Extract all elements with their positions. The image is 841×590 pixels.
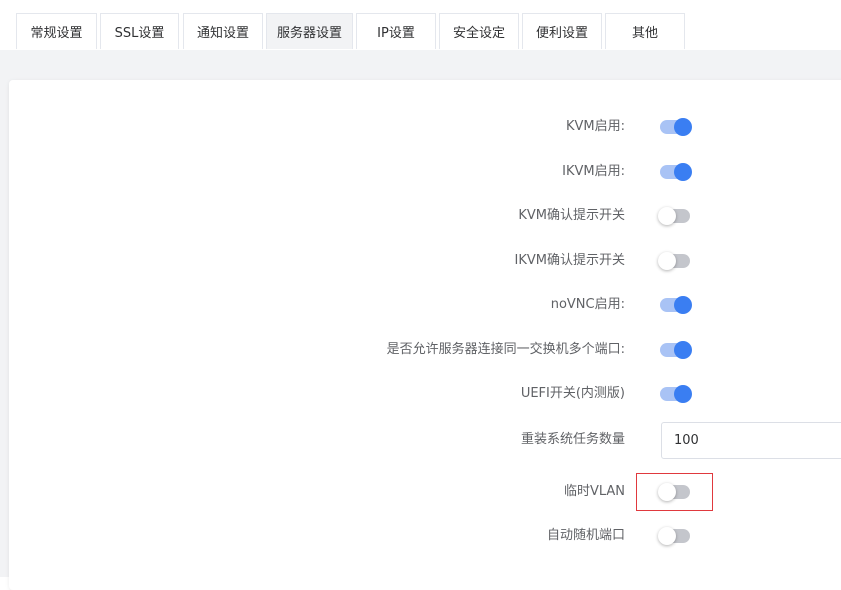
kvm-confirm-row: KVM确认提示开关 (0, 201, 841, 231)
kvm-enable-switch[interactable] (660, 118, 692, 136)
kvm-enable-label: KVM启用: (565, 119, 625, 134)
settings-tab-bar: 常规设置 SSL设置 通知设置 服务器设置 IP设置 安全设定 便利设置 其他 (0, 0, 841, 50)
switch-knob (658, 252, 676, 270)
ikvm-confirm-row: IKVM确认提示开关 (0, 246, 841, 276)
switch-knob (674, 385, 692, 403)
tab-security[interactable]: 安全设定 (439, 13, 519, 49)
kvm-confirm-switch[interactable] (658, 207, 690, 225)
switch-knob (674, 118, 692, 136)
temp-vlan-row: 临时VLAN (0, 477, 841, 507)
tab-notification[interactable]: 通知设置 (183, 13, 263, 49)
novnc-enable-switch[interactable] (660, 296, 692, 314)
switch-knob (658, 483, 676, 501)
ikvm-confirm-label: IKVM确认提示开关 (514, 253, 625, 268)
ikvm-enable-row: IKVM启用: (0, 157, 841, 187)
novnc-enable-row: noVNC启用: (0, 290, 841, 320)
tab-general[interactable]: 常规设置 (16, 13, 97, 49)
temp-vlan-label: 临时VLAN (563, 484, 625, 499)
switch-knob (658, 527, 676, 545)
uefi-label: UEFI开关(内测版) (520, 386, 625, 401)
switch-knob (674, 296, 692, 314)
reinstall-count-label: 重装系统任务数量 (520, 432, 625, 447)
multi-port-label: 是否允许服务器连接同一交换机多个端口: (386, 342, 625, 357)
temp-vlan-switch[interactable] (658, 483, 690, 501)
uefi-switch[interactable] (660, 385, 692, 403)
switch-knob (658, 207, 676, 225)
kvm-enable-row: KVM启用: (0, 112, 841, 142)
auto-random-port-row: 自动随机端口 (0, 521, 841, 551)
auto-random-port-label: 自动随机端口 (546, 528, 625, 543)
ikvm-confirm-switch[interactable] (658, 252, 690, 270)
tab-ssl[interactable]: SSL设置 (100, 13, 179, 49)
ikvm-enable-label: IKVM启用: (562, 164, 625, 179)
reinstall-count-input[interactable]: 100 (661, 422, 841, 459)
kvm-confirm-label: KVM确认提示开关 (518, 208, 625, 223)
switch-knob (674, 163, 692, 181)
switch-knob (674, 341, 692, 359)
tab-convenience[interactable]: 便利设置 (522, 13, 602, 49)
multi-port-row: 是否允许服务器连接同一交换机多个端口: (0, 335, 841, 365)
uefi-row: UEFI开关(内测版) (0, 379, 841, 409)
tab-server[interactable]: 服务器设置 (266, 13, 353, 49)
ikvm-enable-switch[interactable] (660, 163, 692, 181)
novnc-enable-label: noVNC启用: (550, 297, 625, 312)
auto-random-port-switch[interactable] (658, 527, 690, 545)
tab-ip[interactable]: IP设置 (356, 13, 436, 49)
tab-other[interactable]: 其他 (605, 13, 685, 49)
multi-port-switch[interactable] (660, 341, 692, 359)
